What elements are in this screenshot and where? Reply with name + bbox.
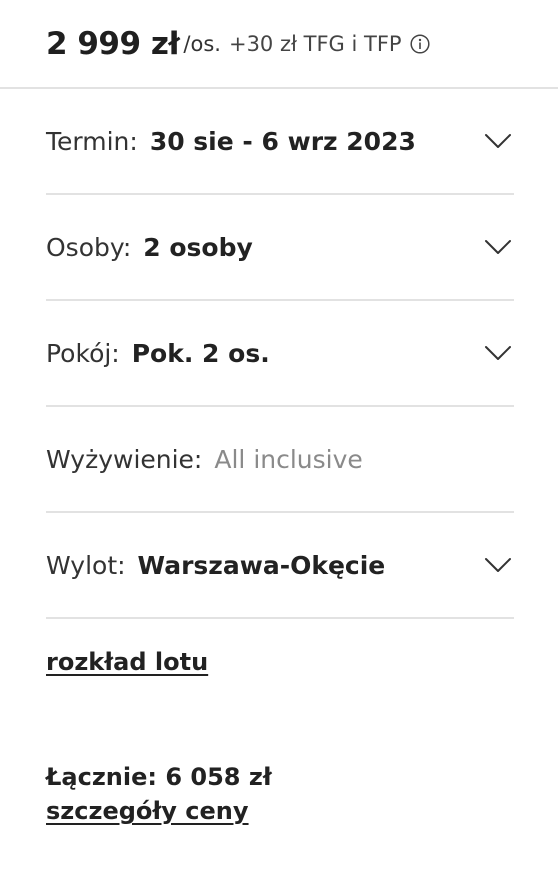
room-label: Pokój: <box>46 338 120 368</box>
booking-options: Termin: 30 sie - 6 wrz 2023 Osoby: 2 osoby… <box>46 89 514 619</box>
option-row-room[interactable]: Pokój: Pok. 2 os. <box>46 301 514 407</box>
departure-value: Warszawa-Okęcie <box>137 550 386 580</box>
room-value: Pok. 2 os. <box>131 338 270 368</box>
flight-schedule-container: rozkład lotu <box>46 648 558 676</box>
board-value: All inclusive <box>214 444 363 474</box>
option-row-board: Wyżywienie: All inclusive <box>46 407 514 513</box>
chevron-down-icon[interactable] <box>484 238 512 256</box>
date-value: 30 sie - 6 wrz 2023 <box>149 126 416 156</box>
persons-value: 2 osoby <box>143 232 253 262</box>
summary: Łącznie: 6 058 zł szczegóły ceny <box>46 763 558 825</box>
chevron-down-icon[interactable] <box>484 132 512 150</box>
price-header: 2 999 zł /os. +30 zł TFG i TFP <box>0 0 558 89</box>
flight-schedule-link[interactable]: rozkład lotu <box>46 648 208 676</box>
price-extra-fees: +30 zł TFG i TFP <box>228 31 402 56</box>
option-row-departure[interactable]: Wylot: Warszawa-Okęcie <box>46 513 514 619</box>
date-label: Termin: <box>46 126 138 156</box>
persons-label: Osoby: <box>46 232 132 262</box>
price-details-link[interactable]: szczegóły ceny <box>46 797 249 825</box>
option-row-persons[interactable]: Osoby: 2 osoby <box>46 195 514 301</box>
chevron-down-icon[interactable] <box>484 556 512 574</box>
total-price: Łącznie: 6 058 zł <box>46 763 272 791</box>
price-unit: /os. <box>183 31 221 56</box>
info-circle-icon[interactable] <box>410 33 430 54</box>
option-row-date[interactable]: Termin: 30 sie - 6 wrz 2023 <box>46 89 514 195</box>
chevron-down-icon[interactable] <box>484 344 512 362</box>
board-label: Wyżywienie: <box>46 444 203 474</box>
departure-label: Wylot: <box>46 550 126 580</box>
price-amount: 2 999 zł <box>46 25 180 62</box>
